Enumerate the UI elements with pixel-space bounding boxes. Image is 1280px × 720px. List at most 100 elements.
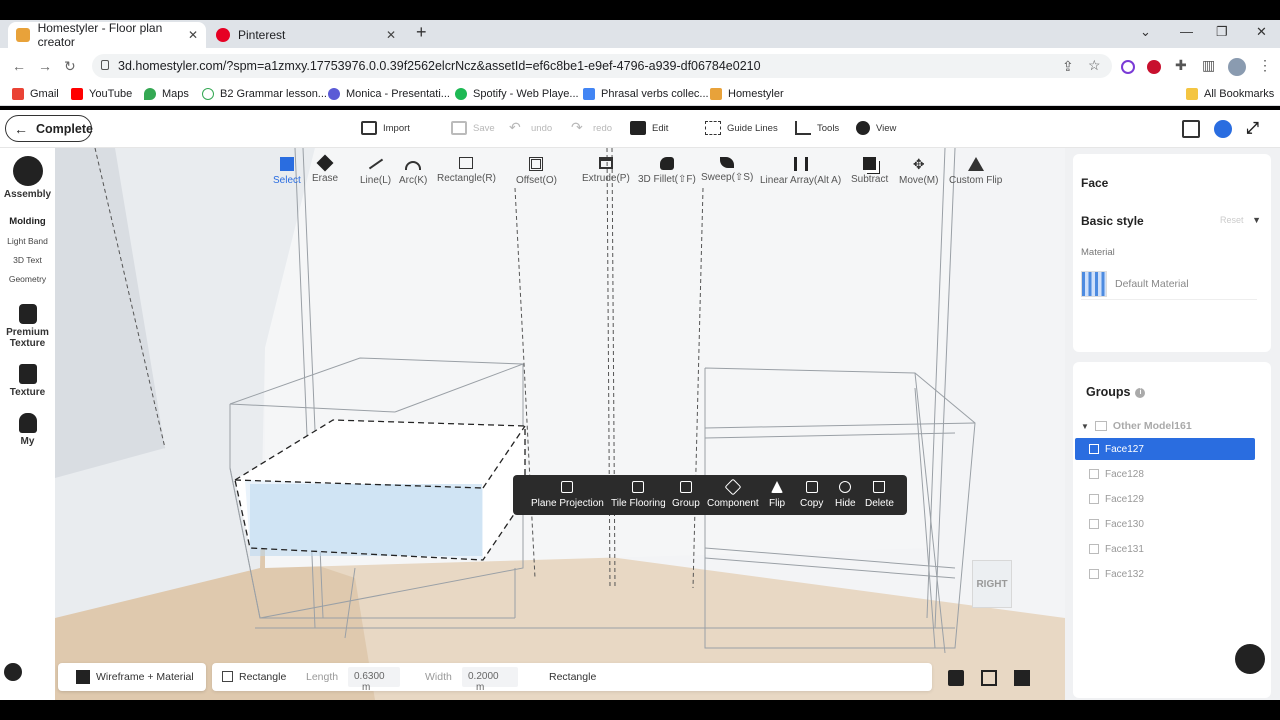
face-checkbox[interactable] [1089, 519, 1099, 529]
select-tool[interactable]: Select [273, 157, 301, 186]
tab-search-icon[interactable]: ⌄ [1140, 24, 1151, 40]
guide-lines-button[interactable]: Guide Lines [705, 121, 778, 135]
user-avatar-icon[interactable] [1214, 120, 1232, 138]
bookmark-youtube[interactable]: YouTube [71, 88, 132, 100]
tools-button[interactable]: Tools [795, 121, 839, 135]
sidebar-item-3d-text[interactable]: 3D Text [0, 255, 55, 265]
group-button[interactable]: Group [672, 481, 700, 509]
face-checkbox[interactable] [1089, 569, 1099, 579]
profile-avatar[interactable] [1228, 58, 1246, 76]
offset-tool[interactable]: Offset(O) [516, 157, 557, 186]
3d-view-icon[interactable] [948, 670, 964, 686]
undo-button[interactable]: ↶ undo [509, 120, 552, 135]
tree-item-face131[interactable]: Face131 [1075, 538, 1255, 560]
viewport-3d[interactable] [55, 148, 1065, 700]
arc-tool[interactable]: Arc(K) [399, 157, 427, 186]
view-cube[interactable]: RIGHT [972, 560, 1012, 608]
tab-pinterest[interactable]: Pinterest ✕ [208, 22, 404, 48]
move-tool[interactable]: ✥ Move(M) [899, 157, 938, 186]
bookmark-phrasal[interactable]: Phrasal verbs collec... [583, 88, 709, 100]
minimize-icon[interactable]: — [1180, 24, 1193, 39]
face-checkbox[interactable] [1089, 444, 1099, 454]
face-checkbox[interactable] [1089, 494, 1099, 504]
import-button[interactable]: Import [361, 121, 410, 135]
sidebar-item-molding[interactable]: Molding [0, 216, 55, 227]
plane-projection-button[interactable]: Plane Projection [531, 481, 604, 509]
flip-button[interactable]: Flip [769, 481, 785, 509]
bookmark-star-icon[interactable]: ☆ [1088, 57, 1101, 74]
new-tab-icon[interactable]: + [416, 22, 427, 43]
tab-homestyler[interactable]: Homestyler - Floor plan creator ✕ [8, 21, 206, 49]
subtract-tool[interactable]: Subtract [851, 157, 888, 185]
fillet-tool[interactable]: 3D Fillet(⇧F) [638, 157, 696, 185]
bookmark-monica[interactable]: Monica - Presentati... [328, 88, 450, 100]
maximize-icon[interactable]: ❐ [1216, 24, 1228, 40]
extrude-tool[interactable]: Extrude(P) [582, 157, 630, 184]
search-model-icon[interactable] [1182, 120, 1200, 138]
bookmark-spotify[interactable]: Spotify - Web Playe... [455, 88, 579, 100]
extensions-puzzle-icon[interactable]: ✚ [1175, 57, 1187, 74]
bookmark-grammar[interactable]: B2 Grammar lesson... [202, 88, 327, 100]
side-panel-icon[interactable]: ▥ [1202, 57, 1215, 74]
component-button[interactable]: Component [707, 478, 759, 509]
edit-button[interactable]: Edit [630, 121, 668, 135]
sidebar-item-geometry[interactable]: Geometry [0, 274, 55, 284]
close-tab-icon[interactable]: ✕ [386, 28, 396, 42]
tile-flooring-button[interactable]: Tile Flooring [611, 481, 666, 509]
rectangle-tool[interactable]: Rectangle(R) [437, 157, 496, 184]
menu-kebab-icon[interactable]: ⋮ [1258, 57, 1272, 74]
fit-view-icon[interactable] [981, 670, 997, 686]
extension-abp-icon[interactable] [1147, 60, 1161, 74]
share-icon[interactable]: ⇪ [1062, 58, 1074, 75]
copy-button[interactable]: Copy [800, 481, 823, 509]
sidebar-item-premium-texture[interactable]: Premium Texture [0, 304, 55, 349]
fullscreen-icon[interactable]: ⤢ [1246, 120, 1264, 138]
camera-reset-icon[interactable] [1014, 670, 1030, 686]
sidebar-item-my[interactable]: My [0, 413, 55, 447]
hide-button[interactable]: Hide [835, 481, 856, 509]
bookmark-gmail[interactable]: Gmail [12, 88, 59, 100]
face-checkbox[interactable] [1089, 544, 1099, 554]
reset-button[interactable]: Reset ▼ [1220, 215, 1261, 225]
address-bar[interactable]: 3d.homestyler.com/?spm=a1zmxy.17753976.0… [92, 54, 1112, 78]
sidebar-item-assembly[interactable]: Assembly [0, 156, 55, 200]
back-icon[interactable]: ← [12, 58, 26, 74]
linear-array-tool[interactable]: Linear Array(Alt A) [760, 157, 841, 186]
bookmark-homestyler[interactable]: Homestyler [710, 88, 784, 100]
bookmarks-bar: Gmail YouTube Maps B2 Grammar lesson... … [0, 84, 1280, 106]
save-button[interactable]: Save [451, 121, 495, 135]
rectangle-checkbox[interactable] [222, 671, 233, 682]
reload-icon[interactable]: ↻ [64, 58, 76, 75]
tree-item-face128[interactable]: Face128 [1075, 463, 1255, 485]
close-tab-icon[interactable]: ✕ [188, 28, 198, 42]
extension-icon[interactable] [1121, 60, 1135, 74]
line-tool[interactable]: Line(L) [360, 157, 391, 186]
length-input[interactable]: 0.6300 m [348, 667, 400, 693]
tree-item-face129[interactable]: Face129 [1075, 488, 1255, 510]
bookmark-maps[interactable]: Maps [144, 88, 189, 100]
view-button[interactable]: View [856, 121, 896, 135]
erase-tool[interactable]: Erase [312, 154, 338, 184]
close-window-icon[interactable]: ✕ [1256, 24, 1267, 40]
forward-icon[interactable]: → [38, 58, 52, 74]
tree-item-face127[interactable]: Face127 [1075, 438, 1255, 460]
help-chat-icon[interactable] [1235, 644, 1265, 674]
caret-down-icon[interactable]: ▼ [1081, 422, 1089, 431]
render-mode-button[interactable]: Wireframe + Material [58, 663, 206, 691]
redo-button[interactable]: ↷ redo [571, 120, 612, 135]
width-input[interactable]: 0.2000 m [462, 667, 518, 693]
sweep-tool[interactable]: Sweep(⇧S) [701, 157, 753, 183]
info-icon[interactable]: i [1135, 387, 1146, 398]
face-checkbox[interactable] [1089, 469, 1099, 479]
custom-flip-tool[interactable]: Custom Flip [949, 157, 1002, 186]
material-selector[interactable]: Default Material [1081, 268, 1257, 300]
site-info-icon[interactable] [101, 60, 109, 70]
sidebar-item-light-band[interactable]: Light Band [0, 236, 55, 246]
tree-item-face130[interactable]: Face130 [1075, 513, 1255, 535]
tree-item-face132[interactable]: Face132 [1075, 563, 1255, 585]
sidebar-item-texture[interactable]: Texture [0, 364, 55, 398]
delete-button[interactable]: Delete [865, 481, 894, 509]
tree-parent-node[interactable]: ▼ Other Model161 [1081, 420, 1192, 432]
complete-button[interactable]: ← Complete [5, 115, 93, 142]
all-bookmarks[interactable]: All Bookmarks [1186, 88, 1274, 100]
